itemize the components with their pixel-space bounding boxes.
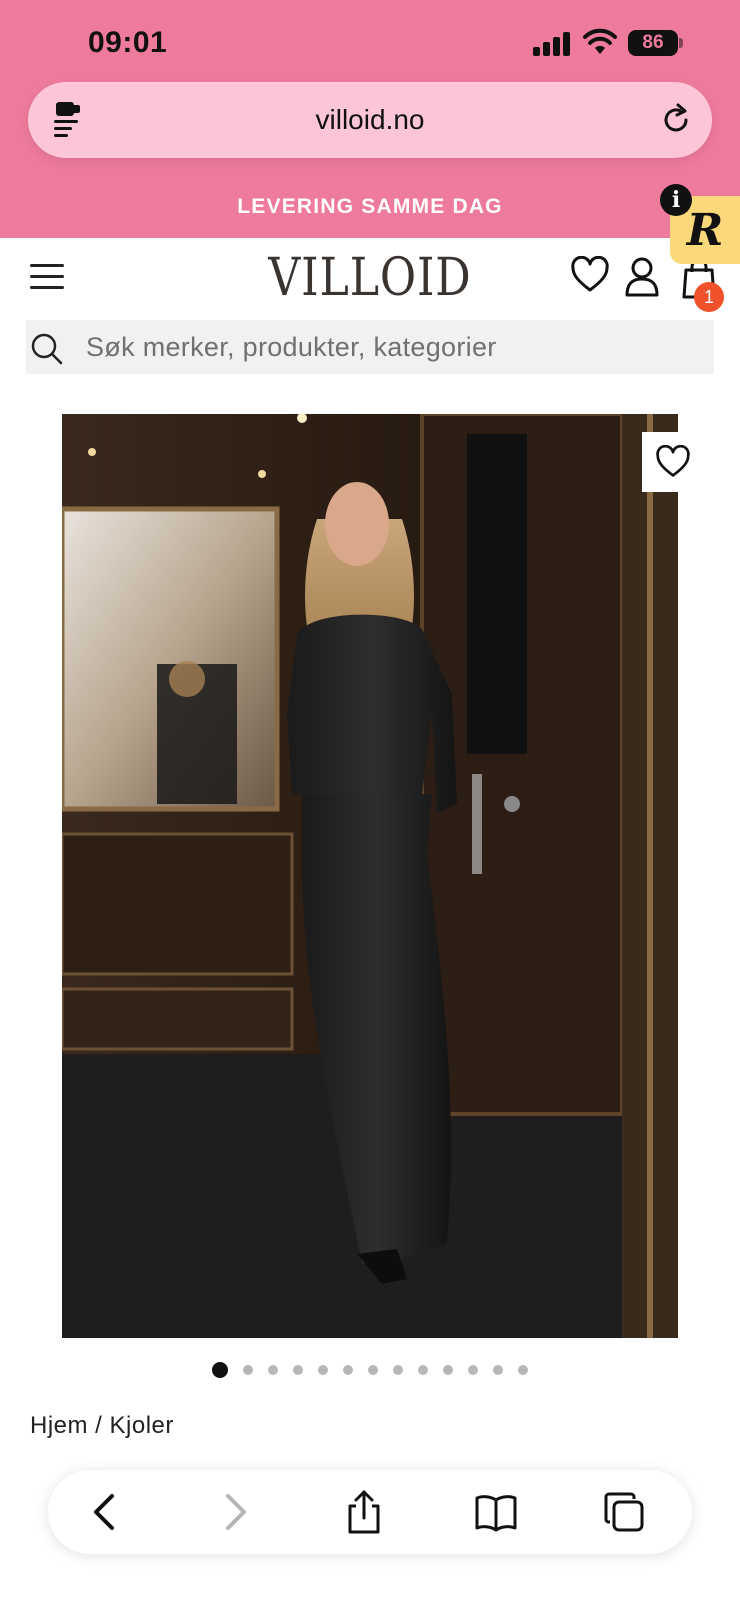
heart-icon [656, 445, 690, 477]
carousel-dot[interactable] [268, 1365, 278, 1375]
carousel-dot[interactable] [443, 1365, 453, 1375]
carousel-dot[interactable] [418, 1365, 428, 1375]
carousel-dot[interactable] [243, 1365, 253, 1375]
carousel-dot[interactable] [518, 1365, 528, 1375]
search-input[interactable]: Søk merker, produkter, kategorier [86, 332, 497, 363]
cellular-signal-icon [533, 32, 573, 56]
forward-icon[interactable] [212, 1490, 256, 1534]
carousel-dot[interactable] [318, 1365, 328, 1375]
share-icon[interactable] [342, 1490, 386, 1534]
url-bar[interactable]: villoid.no [28, 82, 712, 158]
carousel-dot[interactable] [343, 1365, 353, 1375]
status-time: 09:01 [88, 26, 168, 59]
battery-level: 86 [628, 30, 678, 56]
carousel-dot[interactable] [368, 1365, 378, 1375]
home-indicator [240, 1580, 500, 1588]
add-to-wishlist-button[interactable] [642, 432, 704, 492]
user-icon[interactable] [624, 256, 660, 298]
cart-count-badge: 1 [694, 282, 724, 312]
tabs-icon[interactable] [602, 1490, 646, 1534]
breadcrumb[interactable]: Hjem / Kjoler [30, 1412, 174, 1440]
carousel-dot[interactable] [493, 1365, 503, 1375]
browser-toolbar [48, 1470, 692, 1554]
carousel-dot[interactable] [212, 1362, 228, 1378]
info-icon[interactable]: i [660, 184, 692, 216]
url-text[interactable]: villoid.no [28, 104, 712, 136]
carousel-dot[interactable] [293, 1365, 303, 1375]
back-icon[interactable] [84, 1490, 128, 1534]
search-bar[interactable]: Søk merker, produkter, kategorier [26, 320, 714, 374]
product-photo [62, 414, 678, 1338]
carousel-dot[interactable] [468, 1365, 478, 1375]
search-icon [31, 333, 63, 365]
bookmarks-icon[interactable] [474, 1490, 518, 1534]
promo-banner: LEVERING SAMME DAG [237, 195, 503, 218]
product-image[interactable] [62, 414, 678, 1338]
carousel-dot[interactable] [393, 1365, 403, 1375]
reload-icon[interactable] [658, 102, 694, 138]
image-carousel-indicator[interactable] [0, 1362, 740, 1378]
heart-icon[interactable] [570, 256, 610, 294]
battery-nub [679, 38, 683, 48]
status-bar: 09:01 86 [0, 0, 740, 80]
wifi-icon [583, 28, 617, 54]
